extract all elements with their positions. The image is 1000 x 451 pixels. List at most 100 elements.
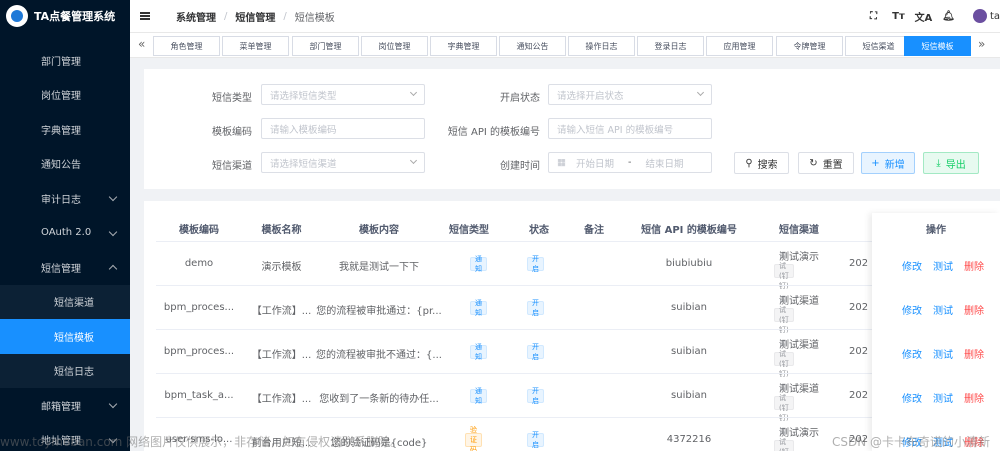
avatar[interactable] (972, 9, 987, 23)
sidebar-item[interactable]: 短信模板 (0, 319, 130, 354)
bell-icon[interactable]: 🔔︎ (936, 11, 961, 22)
sidebar-item[interactable]: 短信管理 (0, 250, 130, 285)
edit-button[interactable]: 修改 (902, 258, 922, 273)
sidebar-item-label: 短信模板 (54, 332, 94, 344)
sidebar-item[interactable]: 短信日志 (0, 353, 130, 388)
channel-select[interactable]: 请选择短信渠道 (261, 152, 425, 173)
test-button[interactable]: 测试 (933, 390, 953, 405)
sidebar-item-label: 通知公告 (41, 160, 81, 172)
status-select[interactable]: 请选择开启状态 (548, 84, 712, 105)
sidebar-menu: 部门管理 岗位管理字典管理通知公告审计日志 OAuth 2.0 短信管理短信渠道短信模… (0, 43, 130, 451)
api-template-cell: biubiubiu (665, 258, 713, 269)
add-button[interactable]: + 新增 (861, 152, 915, 174)
column-header: 模板名称 (261, 225, 302, 236)
tag-item[interactable]: 通知公告 (499, 36, 566, 56)
tag-item[interactable]: 操作日志 (568, 36, 635, 56)
tag-item[interactable]: 角色管理 (153, 36, 220, 56)
sidebar-item[interactable]: 岗位管理 (0, 78, 130, 113)
create-time-range[interactable]: ▦ 开始日期 - 结束日期 (548, 152, 712, 173)
chevron-down-icon (108, 192, 118, 202)
create-time-cell: 202 (849, 390, 869, 401)
api-template-input[interactable]: 请输入短信 API 的模板编号 (548, 118, 712, 139)
create-time-cell: 202 (849, 346, 869, 357)
delete-button[interactable]: 删除 (964, 346, 984, 361)
breadcrumb-current: 短信模板 (294, 12, 335, 24)
chevron-up-icon (108, 264, 118, 274)
channel-type-tag: 调试(钉钉) (774, 384, 794, 422)
api-template-label: 短信 API 的模板编号 (447, 127, 540, 138)
fullscreen-icon[interactable]: ⛶ (861, 11, 886, 22)
translate-icon[interactable]: 文A (911, 9, 936, 24)
status-label: 开启状态 (500, 93, 540, 104)
tag-item[interactable]: 应用管理 (706, 36, 773, 56)
hamburger-icon[interactable] (140, 12, 150, 20)
sidebar-item[interactable]: 短信渠道 (0, 284, 130, 319)
sidebar-item-label: OAuth 2.0 (41, 227, 92, 239)
channel-label: 短信渠道 (212, 161, 252, 172)
tag-item[interactable]: 短信模板 (904, 36, 971, 56)
breadcrumb-item[interactable]: 短信管理 (235, 9, 275, 24)
sms-type-badge: 验证码 (465, 426, 482, 451)
test-button[interactable]: 测试 (933, 258, 953, 273)
edit-button[interactable]: 修改 (902, 302, 922, 317)
template-code-cell: bpm_proces... (163, 346, 235, 357)
tag-item[interactable]: 字典管理 (430, 36, 497, 56)
sidebar-item[interactable]: 字典管理 (0, 112, 130, 147)
status-badge: 开启 (527, 343, 544, 361)
edit-button[interactable]: 修改 (902, 390, 922, 405)
tag-item[interactable]: 岗位管理 (361, 36, 428, 56)
sidebar-item[interactable]: 审计日志 (0, 181, 130, 216)
scroll-right-icon[interactable]: » (978, 37, 985, 51)
tag-item[interactable]: 菜单管理 (222, 36, 289, 56)
search-button[interactable]: ⚲ 搜索 (734, 152, 789, 174)
sidebar-item-label: 字典管理 (41, 125, 81, 137)
sidebar-item-label: 短信管理 (41, 263, 81, 275)
download-icon: ⤓ (936, 157, 941, 169)
app-title: TA点餐管理系统 (34, 10, 116, 23)
user-name[interactable]: ta (990, 11, 1000, 22)
sms-type-select[interactable]: 请选择短信类型 (261, 84, 425, 105)
scroll-left-icon[interactable]: « (138, 37, 145, 51)
channel-name-cell: 测试渠道 (779, 384, 819, 395)
template-content-cell: 我就是测试一下下 (339, 262, 419, 273)
test-button[interactable]: 测试 (933, 346, 953, 361)
delete-button[interactable]: 删除 (964, 302, 984, 317)
template-table: 模板编码 模板名称 模板内容 短信类型 状态 备注 短信 API 的模板编号 短信渠道 dem… (144, 201, 1000, 451)
tag-item[interactable]: 短信渠道 (845, 36, 912, 56)
delete-button[interactable]: 删除 (964, 390, 984, 405)
tag-item[interactable]: 令牌管理 (776, 36, 843, 56)
chevron-down-icon (409, 88, 418, 97)
top-header: 系统管理 / 短信管理 / 短信模板 ⛶ Tт 文A 🔔︎ ta (130, 0, 1000, 32)
sidebar-item[interactable]: 通知公告 (0, 147, 130, 182)
sidebar-item[interactable]: 邮箱管理 (0, 388, 130, 423)
delete-button[interactable]: 删除 (964, 258, 984, 273)
chevron-down-icon (108, 399, 118, 409)
template-code-input[interactable]: 请输入模板编码 (261, 118, 425, 139)
sms-type-badge: 通知 (470, 387, 487, 405)
sms-type-badge: 通知 (470, 343, 487, 361)
export-button[interactable]: ⤓ 导出 (923, 152, 979, 174)
watermark-right: CSDN @卡卡布奇诺的小清新 (831, 435, 990, 449)
tag-item[interactable]: 登录日志 (637, 36, 704, 56)
column-header: 短信渠道 (779, 225, 819, 236)
search-icon: ⚲ (745, 157, 753, 169)
sidebar-item[interactable]: 部门管理 (0, 43, 130, 78)
create-time-cell: 202 (849, 302, 869, 313)
edit-button[interactable]: 修改 (902, 346, 922, 361)
channel-name-cell: 测试演示 (779, 428, 819, 439)
test-button[interactable]: 测试 (933, 302, 953, 317)
column-header: 模板编码 (179, 225, 219, 236)
column-header: 模板内容 (359, 225, 399, 236)
channel-type-tag: 调试(钉钉) (774, 252, 794, 290)
breadcrumb-item[interactable]: 系统管理 (176, 9, 216, 24)
font-size-icon[interactable]: Tт (886, 11, 911, 22)
api-template-cell: suibian (671, 346, 707, 357)
tag-item[interactable]: 部门管理 (292, 36, 359, 56)
template-name-cell: 【工作流】... (251, 306, 312, 317)
reset-button[interactable]: ↻ 重置 (798, 152, 854, 174)
sidebar-item-label: 短信渠道 (54, 298, 94, 310)
app-logo[interactable]: TA点餐管理系统 (0, 0, 130, 32)
sidebar-item[interactable]: OAuth 2.0 (0, 216, 130, 251)
template-code-cell: bpm_task_a... (164, 390, 234, 401)
template-content-cell: 您的流程被审批通过：{pr... (316, 306, 442, 317)
